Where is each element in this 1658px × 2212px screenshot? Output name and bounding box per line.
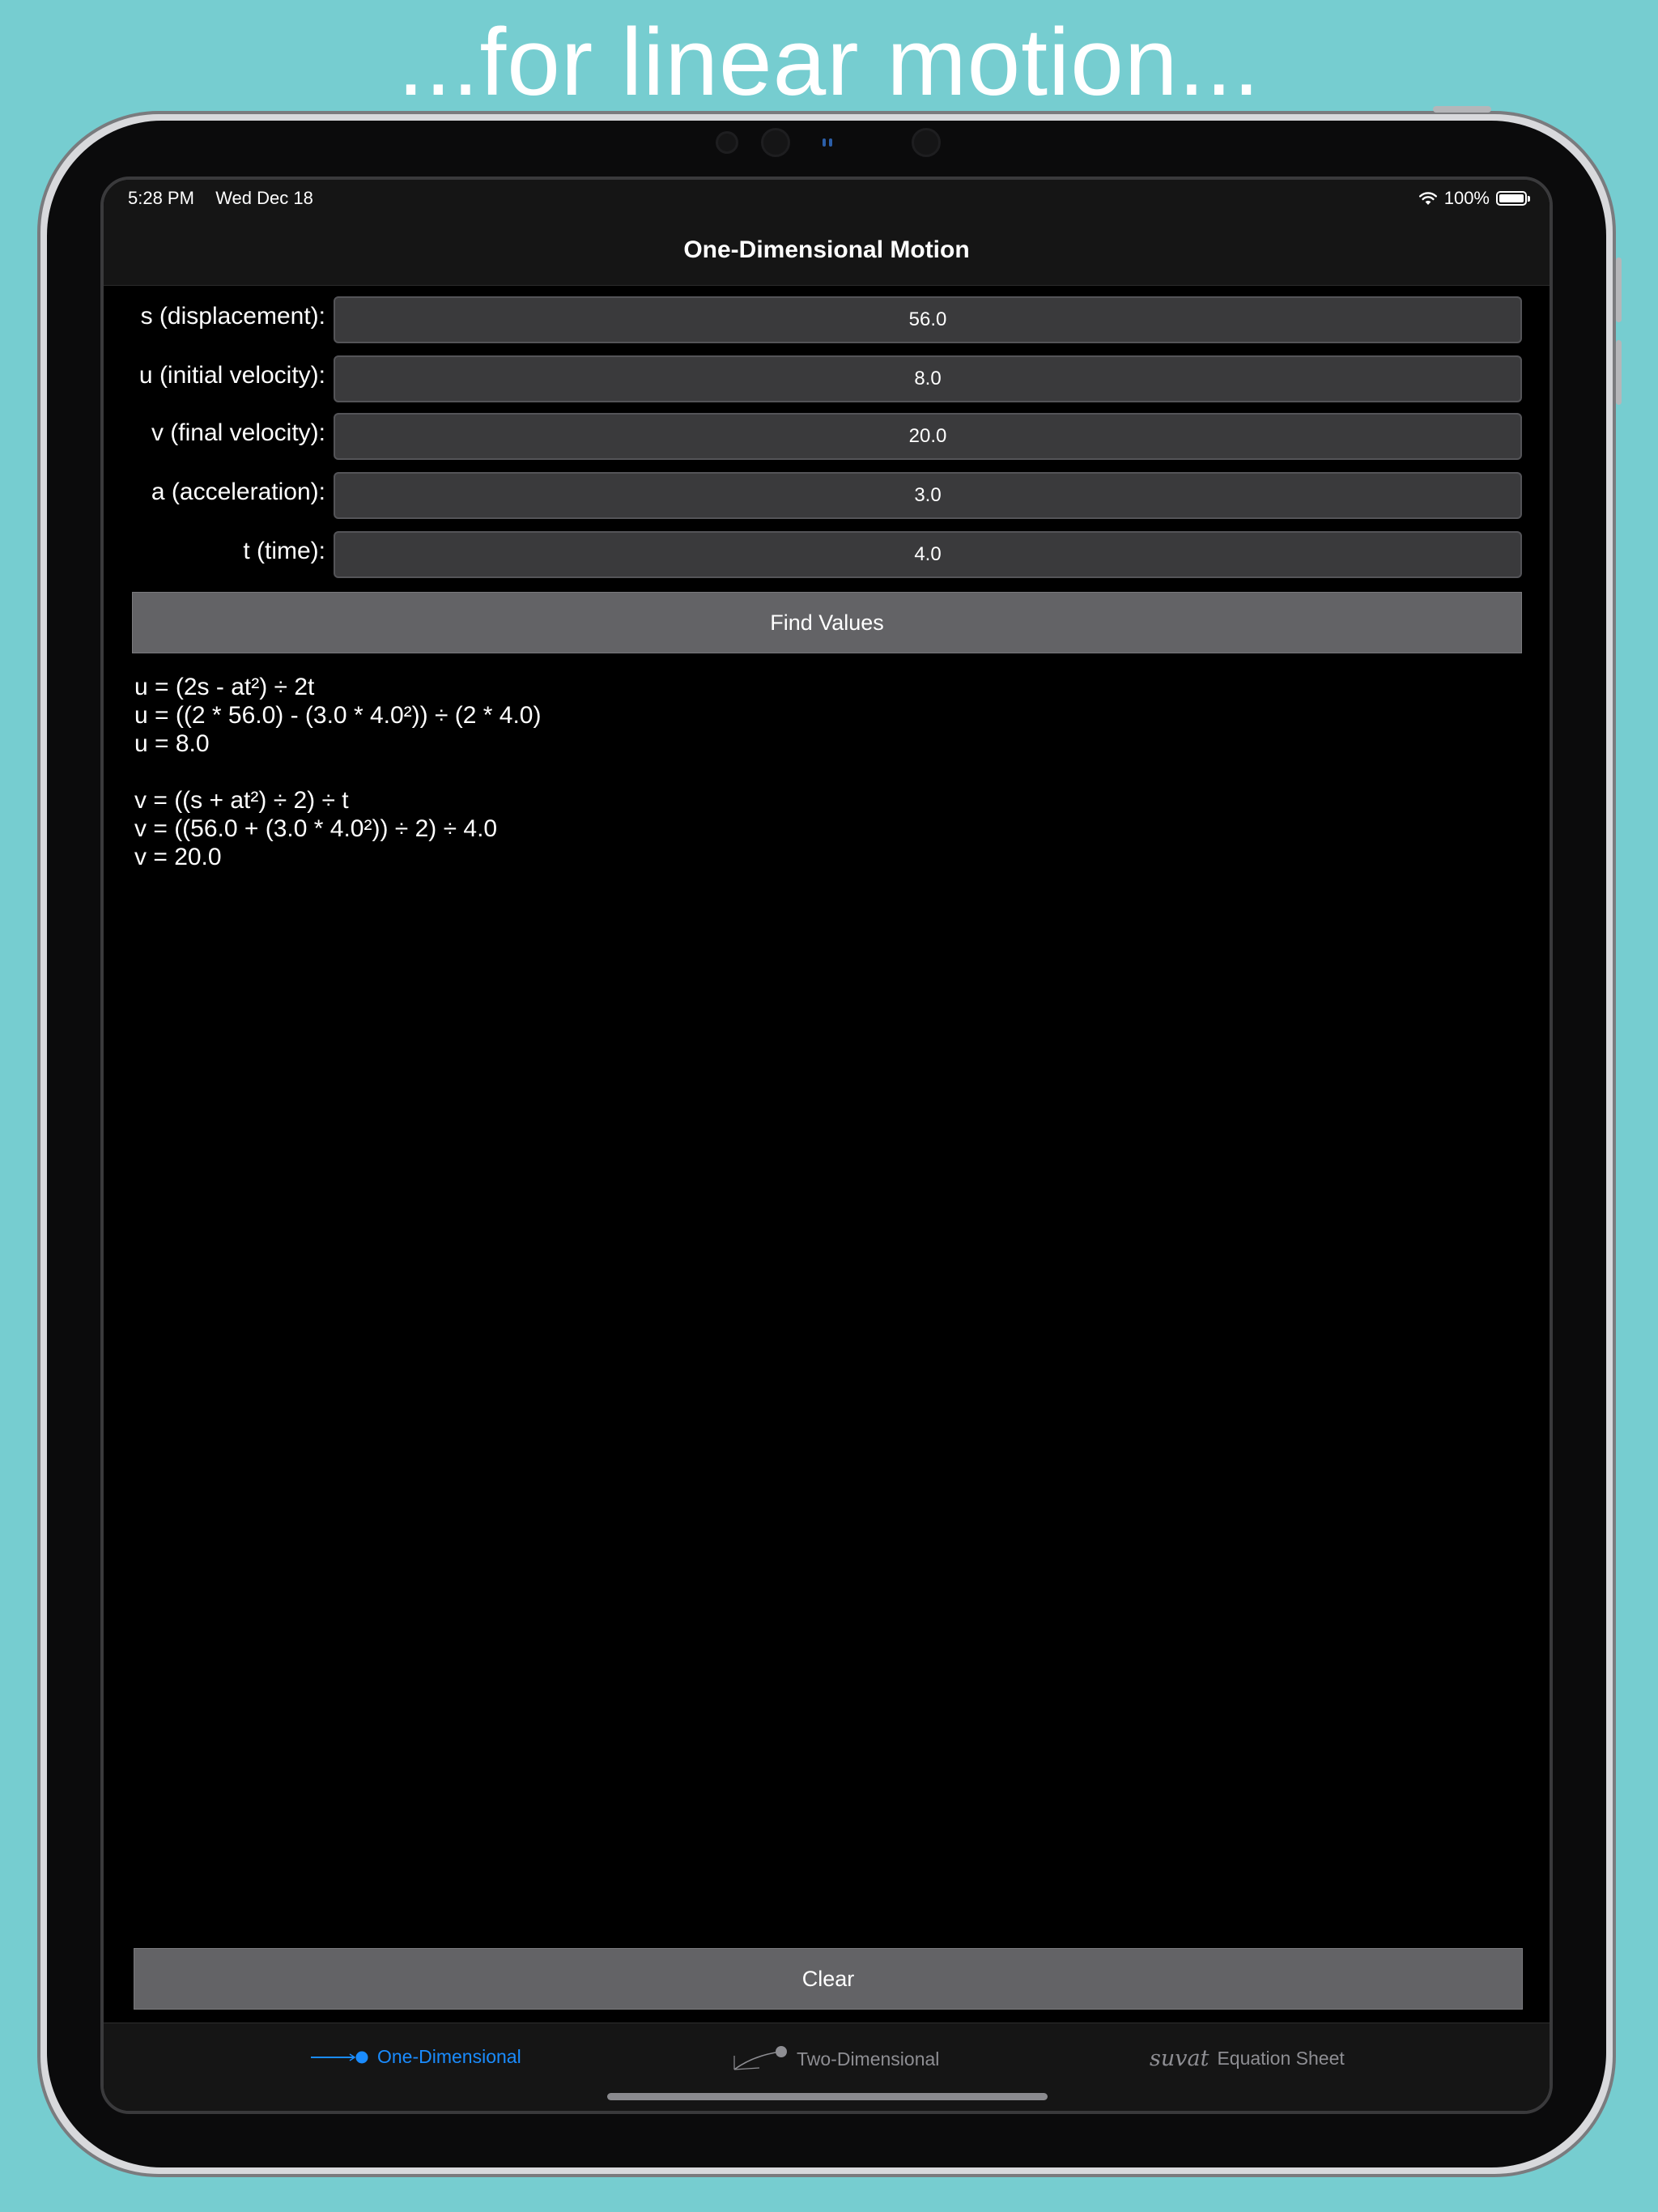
tab-label-equation-sheet: Equation Sheet [1217,2048,1345,2069]
displacement-input[interactable] [334,296,1522,343]
time-input[interactable] [334,531,1522,578]
tab-equation-sheet[interactable]: suvat Equation Sheet [1150,2046,1345,2071]
clear-button[interactable]: Clear [134,1948,1523,2010]
u-substituted: u = ((2 * 56.0) - (3.0 * 4.0²)) ÷ (2 * 4… [134,702,542,729]
tab-one-dimensional[interactable]: One-Dimensional [311,2046,521,2068]
app-screen: 5:28 PM Wed Dec 18 100% One-Dimensional … [100,177,1553,2114]
u-formula: u = (2s - at²) ÷ 2t [134,674,315,700]
battery-percentage: 100% [1443,188,1490,208]
final-velocity-label: v (final velocity): [151,419,325,446]
initial-velocity-input[interactable] [334,355,1522,402]
ambient-light-sensor-icon [829,138,832,147]
volume-down-button [1616,340,1622,405]
v-result: v = 20.0 [134,844,222,870]
find-values-button[interactable]: Find Values [132,592,1522,653]
acceleration-row: a (acceleration): [104,472,1550,519]
v-formula: v = ((s + at²) ÷ 2) ÷ t [134,787,349,814]
time-row: t (time): [104,531,1550,578]
volume-up-button [1616,257,1622,322]
proximity-sensor-icon [823,138,826,147]
v-substituted: v = ((56.0 + (3.0 * 4.0²)) ÷ 2) ÷ 4.0 [134,815,498,842]
page-title: One-Dimensional Motion [683,236,970,263]
time-label: t (time): [243,538,325,564]
status-time: 5:28 PM [128,188,194,208]
status-bar: 5:28 PM Wed Dec 18 100% [104,180,1550,220]
u-result: u = 8.0 [134,730,210,757]
acceleration-input[interactable] [334,472,1522,519]
tab-label-two-dimensional: Two-Dimensional [797,2048,940,2069]
suvat-icon: suvat [1150,2046,1209,2071]
headline: ...for linear motion... [397,9,1261,116]
projectile-curve-icon [733,2046,787,2070]
camera-icon [716,131,738,154]
displacement-label: s (displacement): [140,303,325,330]
navigation-bar: One-Dimensional Motion [104,220,1550,286]
battery-level [1499,194,1524,202]
linear-arrow-icon [311,2051,368,2063]
top-button [1433,106,1491,113]
front-camera-icon [912,128,941,157]
wifi-icon [1418,192,1437,205]
face-sensor-icon [761,128,790,157]
results-text: u = (2s - at²) ÷ 2t u = ((2 * 56.0) - (3… [134,673,542,871]
initial-velocity-row: u (initial velocity): [104,355,1550,402]
initial-velocity-label: u (initial velocity): [138,362,325,389]
displacement-row: s (displacement): [104,296,1550,343]
tab-two-dimensional[interactable]: Two-Dimensional [732,2046,939,2072]
battery-icon [1496,191,1530,206]
tab-label-one-dimensional: One-Dimensional [377,2046,521,2067]
acceleration-label: a (acceleration): [151,479,325,505]
status-date: Wed Dec 18 [215,188,313,208]
tab-bar: One-Dimensional Two-Dimensional suvat Eq… [104,2023,1550,2111]
final-velocity-input[interactable] [334,413,1522,460]
final-velocity-row: v (final velocity): [104,413,1550,460]
home-indicator[interactable] [607,2093,1048,2100]
